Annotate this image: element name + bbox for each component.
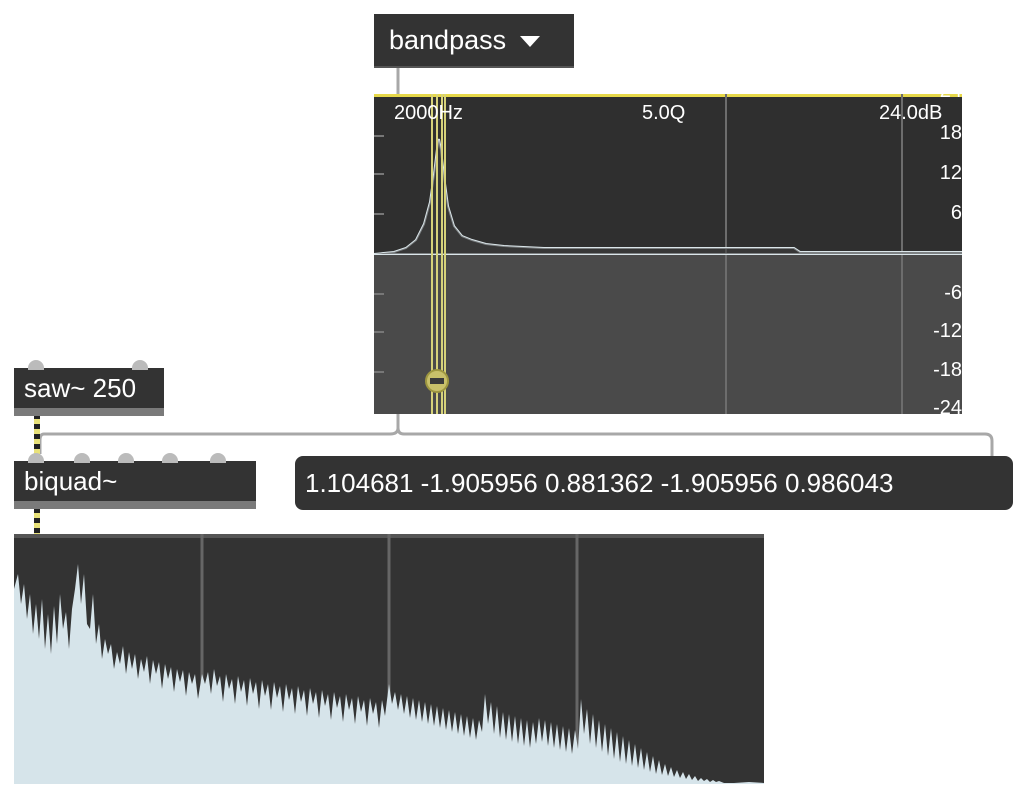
- filtergraph-display[interactable]: [374, 94, 962, 414]
- inlet-icon[interactable]: [118, 453, 134, 463]
- spectroscope[interactable]: [14, 534, 764, 784]
- dropdown-arrow-icon: [520, 35, 541, 47]
- filter-type-menu[interactable]: bandpass: [374, 14, 574, 68]
- filter-handle[interactable]: [425, 369, 449, 393]
- inlet-icon[interactable]: [162, 453, 178, 463]
- y-tick-label: 24: [939, 80, 962, 102]
- freq-readout: 2000Hz: [394, 102, 463, 124]
- q-readout: 5.0Q: [642, 102, 686, 124]
- y-tick-label: 12: [939, 162, 962, 184]
- inlet-icon[interactable]: [28, 360, 44, 370]
- patch-cord-filter-message[interactable]: [396, 414, 994, 456]
- inlet-icon[interactable]: [28, 453, 44, 463]
- y-tick-label: -12: [933, 320, 962, 342]
- y-tick-label: -6: [944, 282, 962, 304]
- y-tick-label: -18: [933, 359, 962, 381]
- coefficients-message[interactable]: 1.104681 -1.905956 0.881362 -1.905956 0.…: [295, 456, 1013, 510]
- coefficients-text: 1.104681 -1.905956 0.881362 -1.905956 0.…: [305, 467, 894, 498]
- saw-object-label: saw~ 250: [24, 373, 137, 403]
- saw-object[interactable]: saw~ 250: [14, 360, 164, 416]
- filtergraph[interactable]: 2000Hz 5.0Q 24.0dB: [374, 94, 962, 414]
- y-tick-label: 18: [939, 122, 962, 144]
- filtergraph-y-axis: 24 18 12 6 -6 -12 -18 -24: [900, 80, 1000, 414]
- biquad-object[interactable]: biquad~: [14, 453, 256, 509]
- spectrum-display: [14, 534, 764, 784]
- y-tick-label: -24: [933, 398, 962, 414]
- inlet-icon[interactable]: [74, 453, 90, 463]
- filter-type-label: bandpass: [389, 24, 507, 55]
- biquad-object-label: biquad~: [24, 466, 118, 496]
- inlet-icon[interactable]: [210, 453, 226, 463]
- y-tick-label: 6: [950, 202, 962, 224]
- inlet-icon[interactable]: [132, 360, 148, 370]
- patch-cord-filter-biquad[interactable]: [38, 427, 400, 454]
